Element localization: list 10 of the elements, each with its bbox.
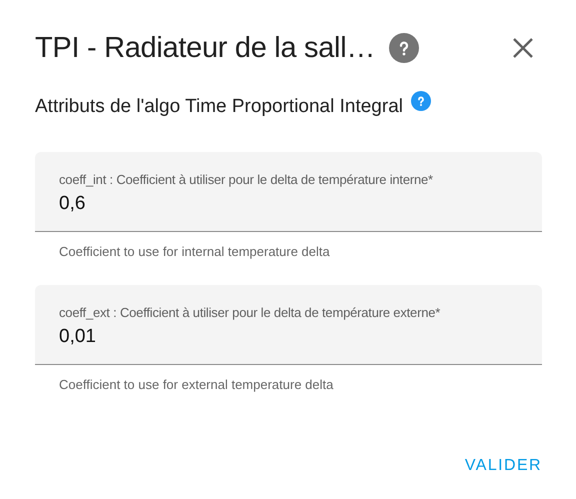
help-button[interactable] <box>389 33 420 63</box>
helper-text: Coefficient to use for external temperature delta <box>59 377 334 392</box>
helper-text: Coefficient to use for internal temperature delta <box>59 244 331 259</box>
value-input[interactable]: 0,01 <box>59 326 259 348</box>
section-subtitle: Attributs de l'algo Time Proportional Integral <box>35 96 403 118</box>
field-label: coeff_ext : Coefficient à utiliser pour le delta de température externe* <box>59 305 442 320</box>
value-input[interactable]: 0,6 <box>59 193 259 215</box>
help-icon[interactable] <box>411 91 431 111</box>
dialog-title: TPI - Radiateur de la sall… <box>35 32 376 64</box>
field-label: coeff_int : Coefficient à utiliser pour le delta de température interne* <box>59 172 434 187</box>
